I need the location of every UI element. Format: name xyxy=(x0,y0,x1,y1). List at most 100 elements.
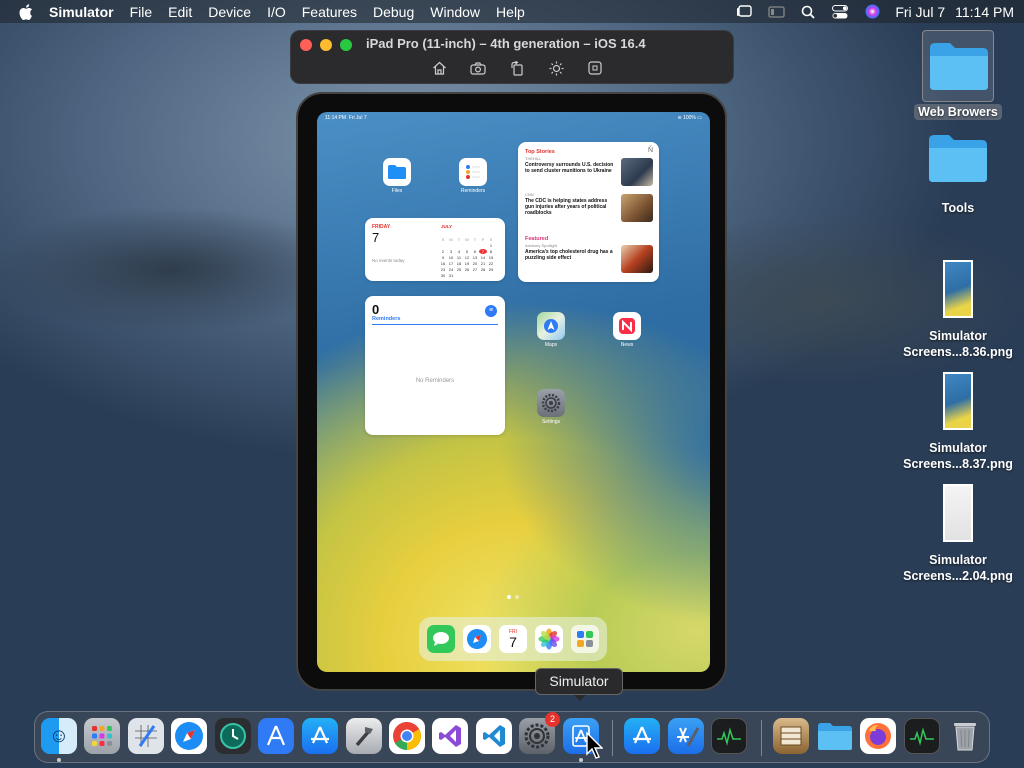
spotlight-search-icon[interactable] xyxy=(799,4,817,20)
news-story-3[interactable]: Advisory Spotlight America's top cholest… xyxy=(525,243,617,261)
home-icon[interactable] xyxy=(431,60,447,76)
app-library-icon[interactable] xyxy=(571,625,599,653)
settings-gear-icon xyxy=(524,723,550,749)
dock-downloads-folder[interactable] xyxy=(817,718,853,754)
dock-activity-monitor[interactable] xyxy=(711,718,747,754)
dock-instruments[interactable] xyxy=(258,718,294,754)
calendar-day: 12 xyxy=(464,255,470,260)
dock-sketch-grid[interactable] xyxy=(128,718,164,754)
menu-io[interactable]: I/O xyxy=(267,4,286,20)
apple-menu-icon[interactable] xyxy=(19,3,35,20)
menu-help[interactable]: Help xyxy=(496,4,525,20)
appearance-icon[interactable] xyxy=(548,60,564,76)
dock-archive[interactable] xyxy=(773,718,809,754)
dock-firefox[interactable] xyxy=(860,718,896,754)
calendar-day: 21 xyxy=(480,261,486,266)
siri-icon[interactable] xyxy=(863,4,881,20)
reminders-widget[interactable]: 0 Reminders ≡ No Reminders xyxy=(365,296,505,435)
calendar-icon[interactable]: FRI 7 xyxy=(499,625,527,653)
menu-app-name[interactable]: Simulator xyxy=(49,4,114,20)
calendar-day: 19 xyxy=(464,261,470,266)
news-widget[interactable]: Top Stories Ň THEHILL Controversy surrou… xyxy=(518,142,659,282)
calendar-day: 27 xyxy=(472,267,478,272)
dock-finder[interactable]: ☺ xyxy=(41,718,77,754)
control-center-icon[interactable] xyxy=(831,4,849,20)
dock-trash[interactable] xyxy=(947,718,983,754)
ipad-status-time: 11:14 PM xyxy=(325,115,347,121)
photos-icon[interactable] xyxy=(535,625,563,653)
desktop-file-screenshot-1[interactable]: Simulator Screens...8.36.png xyxy=(898,260,1018,360)
simulator-titlebar[interactable]: iPad Pro (11-inch) – 4th generation – iO… xyxy=(290,30,734,84)
ipad-app-reminders[interactable]: Reminders xyxy=(457,158,489,194)
calendar-day: 8 xyxy=(489,249,493,254)
news-story-1[interactable]: THEHILL Controversy surrounds U.S. decis… xyxy=(525,156,617,174)
stage-manager-icon[interactable] xyxy=(735,4,753,20)
desktop-file-screenshot-3[interactable]: Simulator Screens...2.04.png xyxy=(898,484,1018,584)
desktop-folder-web-browers[interactable]: Web Browers xyxy=(898,30,1018,120)
ipad-status-bar: 11:14 PM Fri Jul 7 ≋ 100% ▭ xyxy=(325,115,702,121)
dock-vscode[interactable] xyxy=(476,718,512,754)
dock-system-settings[interactable]: 2 xyxy=(519,712,560,754)
calendar-day: 16 xyxy=(440,261,446,266)
ipad-app-settings[interactable]: Settings xyxy=(535,389,567,425)
desktop-label-web-browers: Web Browers xyxy=(914,104,1002,120)
files-icon xyxy=(383,158,411,186)
zoom-window-button[interactable] xyxy=(340,39,352,51)
calendar-day: 25 xyxy=(456,267,462,272)
calendar-month-grid: S M T W T F S 1 2 3 4 5 6 7 8 9 10 11 12 13 14 15 16 17 18 19 20 21… xyxy=(439,237,495,278)
calendar-day: 13 xyxy=(472,255,478,260)
menu-clock[interactable]: Fri Jul 7 11:14 PM xyxy=(895,4,1014,20)
desktop-label-tools: Tools xyxy=(941,201,975,215)
calendar-day: 22 xyxy=(488,261,494,266)
ipad-dock: FRI 7 xyxy=(419,617,607,661)
dock-launchpad[interactable] xyxy=(84,718,120,754)
time-machine-icon xyxy=(220,723,246,749)
calendar-widget[interactable]: FRIDAY 7 No events today JULY SMTWTFS123… xyxy=(365,218,505,281)
desktop-file-screenshot-2[interactable]: Simulator Screens...8.37.png xyxy=(898,372,1018,472)
calendar-weekday: S xyxy=(441,237,445,242)
ipad-status-date: Fri Jul 7 xyxy=(348,115,367,121)
menu-device[interactable]: Device xyxy=(208,4,251,20)
display-icon[interactable] xyxy=(767,4,785,20)
menu-features[interactable]: Features xyxy=(302,4,357,20)
calendar-day: 7 xyxy=(479,249,487,254)
calendar-weekday: M xyxy=(449,237,453,242)
desktop-folder-tools[interactable]: Tools xyxy=(898,132,1018,216)
minimize-window-button[interactable] xyxy=(320,39,332,51)
news-story-2[interactable]: CNN The CDC is helping states address gu… xyxy=(525,192,617,216)
dock-visual-studio[interactable] xyxy=(432,718,468,754)
dock-xcode[interactable] xyxy=(668,718,704,754)
safari-icon[interactable] xyxy=(463,625,491,653)
command-icon[interactable] xyxy=(587,60,603,76)
activity-monitor-icon xyxy=(910,727,934,746)
dock-chrome[interactable] xyxy=(389,718,425,754)
menu-file[interactable]: File xyxy=(130,4,153,20)
ipad-app-news[interactable]: News xyxy=(611,312,643,348)
clock-date: Fri Jul 7 xyxy=(895,3,946,20)
ipad-app-files[interactable]: Files xyxy=(381,158,413,194)
calendar-day xyxy=(447,243,455,248)
dock-activity-monitor-2[interactable] xyxy=(904,718,940,754)
ipad-app-maps[interactable]: Maps xyxy=(535,312,567,348)
dock-safari[interactable] xyxy=(171,718,207,754)
dock-xcode-helper[interactable] xyxy=(346,718,382,754)
ipad-screen[interactable]: 11:14 PM Fri Jul 7 ≋ 100% ▭ Files Remind… xyxy=(317,112,710,672)
menu-debug[interactable]: Debug xyxy=(373,4,414,20)
page-indicator[interactable] xyxy=(507,595,519,599)
files-label: Files xyxy=(391,188,403,194)
news-logo-icon: Ň xyxy=(647,147,653,154)
close-window-button[interactable] xyxy=(300,39,312,51)
dock-app-store-2[interactable] xyxy=(624,718,660,754)
rotate-icon[interactable] xyxy=(509,60,525,76)
dock-time-machine[interactable] xyxy=(215,718,251,754)
news-section-featured: Featured xyxy=(525,236,549,242)
dock-app-store[interactable] xyxy=(302,718,338,754)
messages-icon[interactable] xyxy=(427,625,455,653)
menu-window[interactable]: Window xyxy=(430,4,480,20)
screenshot-icon[interactable] xyxy=(470,60,486,76)
menu-edit[interactable]: Edit xyxy=(168,4,192,20)
calendar-day: 29 xyxy=(488,267,494,272)
reminders-icon xyxy=(459,158,487,186)
calendar-day: 24 xyxy=(448,267,454,272)
reminders-divider xyxy=(372,324,498,325)
